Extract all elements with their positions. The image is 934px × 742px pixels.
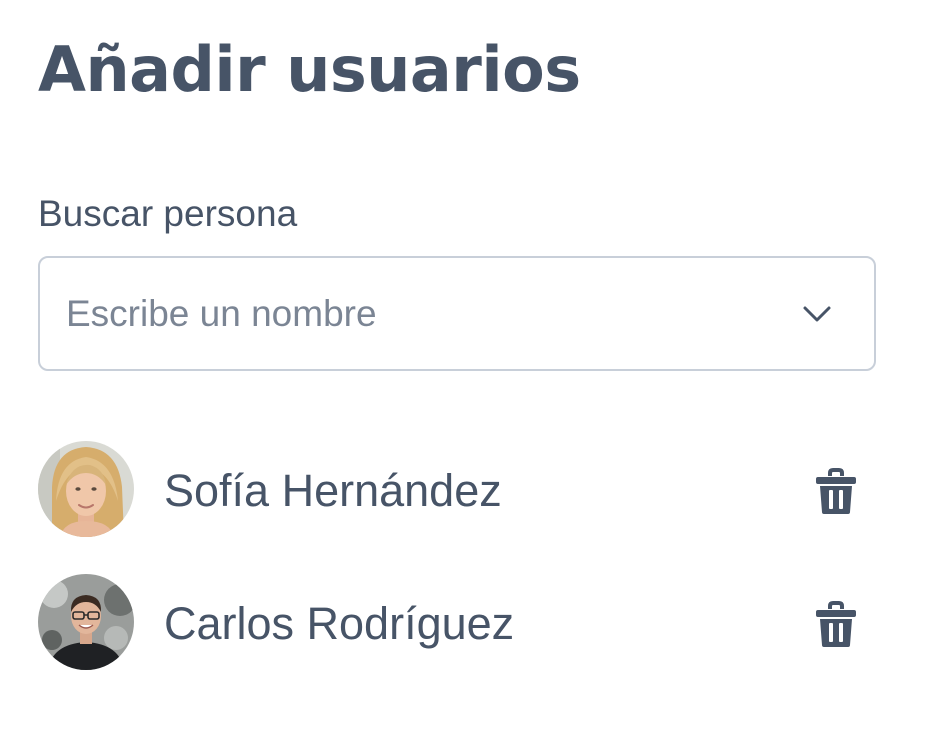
chevron-down-icon[interactable] xyxy=(802,299,832,329)
avatar xyxy=(38,441,134,537)
search-input[interactable] xyxy=(66,292,802,335)
list-item: Carlos Rodríguez xyxy=(38,574,876,670)
trash-icon xyxy=(814,467,858,519)
trash-icon xyxy=(814,600,858,652)
person-search-select[interactable] xyxy=(38,256,876,371)
list-item: Sofía Hernández xyxy=(38,441,876,537)
search-label: Buscar persona xyxy=(38,193,298,234)
delete-user-button[interactable] xyxy=(810,467,862,519)
user-name: Sofía Hernández xyxy=(164,465,502,516)
selected-users-list: Sofía Hernández Carlos Rodríguez xyxy=(38,441,876,707)
page-title: Añadir usuarios xyxy=(38,33,581,106)
user-name: Carlos Rodríguez xyxy=(164,598,515,649)
avatar xyxy=(38,574,134,670)
delete-user-button[interactable] xyxy=(810,600,862,652)
